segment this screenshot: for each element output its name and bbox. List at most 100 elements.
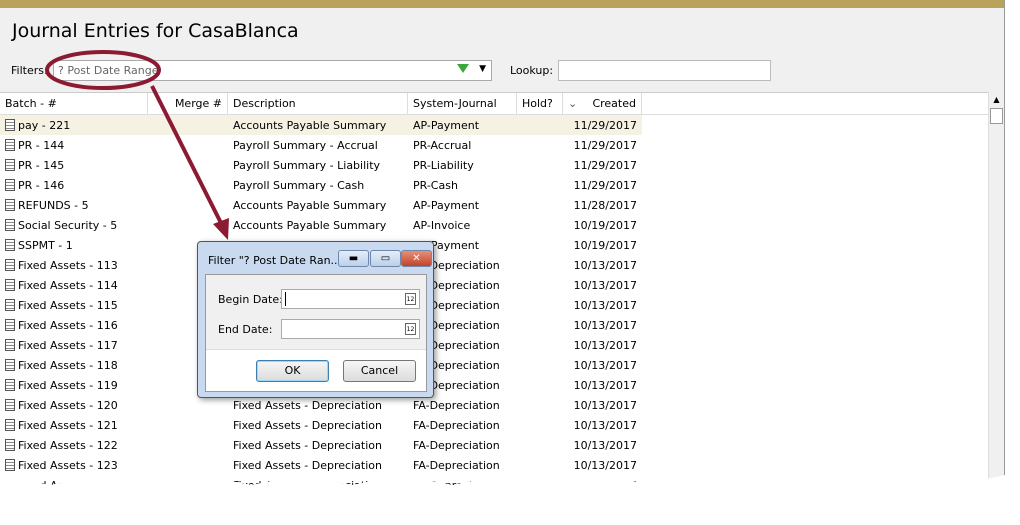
table-row[interactable]: Fixed Assets - 114Fixed Assets - Depreci… xyxy=(0,275,988,295)
cell-created: 11/28/2017 xyxy=(573,198,637,212)
begin-date-input[interactable]: 12 xyxy=(281,289,420,309)
maximize-icon: ▭ xyxy=(380,253,391,264)
cell-system-journal: FA-Depreciation xyxy=(413,398,500,412)
table-row[interactable]: Social Security - 5 Accounts Payable Summ… xyxy=(0,215,988,235)
cell-description: Payroll Summary - Accrual xyxy=(233,138,378,152)
cell-created: 10/13/2017 xyxy=(573,258,637,272)
chevron-down-icon[interactable]: ▼ xyxy=(479,64,486,74)
document-icon xyxy=(5,118,15,131)
title-accent-bar xyxy=(0,0,1004,8)
table-row[interactable]: Fixed Assets - 116Fixed Assets - Depreci… xyxy=(0,315,988,335)
table-row[interactable]: Fixed Assets - 122 Fixed Assets - Depreci… xyxy=(0,435,988,455)
table-row[interactable]: Fixed Assets - 115Fixed Assets - Depreci… xyxy=(0,295,988,315)
cell-batch: Fixed Assets - 117 xyxy=(0,338,148,352)
cell-created: 10/13/2017 xyxy=(573,418,637,432)
cell-system-journal: FA-Depreciation xyxy=(413,418,500,432)
document-icon xyxy=(5,318,15,331)
cell-batch: Fixed Assets - 120 xyxy=(0,398,148,412)
table-row[interactable]: Fixed Assets - 113Fixed Assets - Depreci… xyxy=(0,255,988,275)
cell-created: 10/13/2017 xyxy=(573,358,637,372)
document-icon xyxy=(5,478,15,485)
table-row[interactable]: Fixed Assets - 118Fixed Assets - Depreci… xyxy=(0,355,988,375)
cell-description: Fixed Assets - Depreciation xyxy=(233,438,382,452)
cell-batch: Fixed Assets - 113 xyxy=(0,258,148,272)
lookup-input[interactable] xyxy=(558,60,771,81)
cell-created: 10/13/2017 xyxy=(573,298,637,312)
column-description[interactable]: Description xyxy=(228,93,408,114)
column-hold[interactable]: Hold? xyxy=(517,93,563,114)
cell-description: Fixed Assets - Depreciation xyxy=(233,458,382,472)
filter-value: ? Post Date Range xyxy=(58,64,159,77)
vertical-scrollbar[interactable]: ▲ xyxy=(988,92,1004,485)
end-date-label: End Date: xyxy=(218,323,273,336)
document-icon xyxy=(5,298,15,311)
table-row[interactable]: REFUNDS - 5 Accounts Payable Summary AP-Pa… xyxy=(0,195,988,215)
cell-created: 11/29/2017 xyxy=(573,178,637,192)
calendar-icon[interactable]: 12 xyxy=(405,323,416,335)
cell-system-journal: AP-Payment xyxy=(413,198,480,212)
document-icon xyxy=(5,218,15,231)
table-row[interactable]: Fixed Assets - 123 Fixed Assets - Depreci… xyxy=(0,455,988,475)
column-created[interactable]: ⌄ Created xyxy=(563,93,642,114)
cell-created: 10/13/2017 xyxy=(573,458,637,472)
table-row[interactable]: Fixed Assets - 119Fixed Assets - Depreci… xyxy=(0,375,988,395)
cell-created: 10/13/2017 xyxy=(573,438,637,452)
column-batch[interactable]: Batch - # xyxy=(0,93,148,114)
cell-batch: Fixed Assets - 121 xyxy=(0,418,148,432)
column-merge[interactable]: Merge # xyxy=(148,93,228,114)
end-date-input[interactable]: 12 xyxy=(281,319,420,339)
filter-dropdown[interactable]: ? Post Date Range ▼ xyxy=(53,60,492,81)
table-row[interactable]: Fixed Assets - 117Fixed Assets - Depreci… xyxy=(0,335,988,355)
cell-batch: Social Security - 5 xyxy=(0,218,148,232)
document-icon xyxy=(5,158,15,171)
dialog-body: Begin Date: 12 End Date: 12 OK Cancel xyxy=(205,274,427,392)
minimize-icon: ▬ xyxy=(348,253,359,264)
journal-entries-window: Journal Entries for CasaBlanca Filters: … xyxy=(0,0,1005,492)
cell-description: Payroll Summary - Cash xyxy=(233,178,365,192)
cell-batch: Fixed Assets - 115 xyxy=(0,298,148,312)
begin-date-label: Begin Date: xyxy=(218,293,283,306)
ok-button[interactable]: OK xyxy=(256,360,329,382)
table-row[interactable]: SSPMT - 1Accounts Payable SummaryAP-Paym… xyxy=(0,235,988,255)
table-header: Batch - # Merge # Description System-Jou… xyxy=(0,93,988,115)
maximize-button[interactable]: ▭ xyxy=(370,250,401,267)
document-icon xyxy=(5,418,15,431)
column-system-journal[interactable]: System-Journal xyxy=(408,93,517,114)
cell-batch: Fixed Assets - 118 xyxy=(0,358,148,372)
cell-created: 10/13/2017 xyxy=(573,478,637,492)
text-cursor xyxy=(285,292,286,306)
table-row[interactable]: Fixed Assets - 121 Fixed Assets - Depreci… xyxy=(0,415,988,435)
cell-system-journal: FA-Depreciation xyxy=(413,438,500,452)
table-row[interactable]: PR - 144 Payroll Summary - Accrual PR-Accr… xyxy=(0,135,988,155)
close-button[interactable]: ✕ xyxy=(401,250,432,267)
cancel-button[interactable]: Cancel xyxy=(343,360,416,382)
table-row[interactable]: Fixed Assets - 120 Fixed Assets - Depreci… xyxy=(0,395,988,415)
document-icon xyxy=(5,258,15,271)
cell-description: Fixed Assets - Depreciation xyxy=(233,398,382,412)
calendar-icon[interactable]: 12 xyxy=(405,293,416,305)
document-icon xyxy=(5,338,15,351)
cell-batch: PR - 144 xyxy=(0,138,148,152)
table-row[interactable]: pay - 221 Accounts Payable Summary AP-Paym… xyxy=(0,115,642,135)
table-row[interactable]: PR - 145 Payroll Summary - Liability PR-Li… xyxy=(0,155,988,175)
cell-created: 10/13/2017 xyxy=(573,378,637,392)
scroll-thumb[interactable] xyxy=(990,108,1003,124)
filter-funnel-icon[interactable] xyxy=(457,64,469,73)
cell-description: Fixed Assets - Depreciation xyxy=(233,418,382,432)
document-icon xyxy=(5,358,15,371)
document-icon xyxy=(5,458,15,471)
scroll-up-icon[interactable]: ▲ xyxy=(989,92,1004,104)
table-row[interactable]: Fixed Assets - 124 Fixed Assets - Depreci… xyxy=(0,475,988,492)
cell-system-journal: AP-Payment xyxy=(413,118,480,132)
minimize-button[interactable]: ▬ xyxy=(338,250,369,267)
cell-created: 10/19/2017 xyxy=(573,218,637,232)
page-title: Journal Entries for CasaBlanca xyxy=(12,20,299,42)
cell-batch: Fixed Assets - 122 xyxy=(0,438,148,452)
dialog-footer: OK Cancel xyxy=(206,349,426,391)
cell-batch: PR - 146 xyxy=(0,178,148,192)
document-icon xyxy=(5,178,15,191)
cell-system-journal: PR-Accrual xyxy=(413,138,472,152)
cell-created: 10/13/2017 xyxy=(573,338,637,352)
table-row[interactable]: PR - 146 Payroll Summary - Cash PR-Cash 11/… xyxy=(0,175,988,195)
document-icon xyxy=(5,238,15,251)
